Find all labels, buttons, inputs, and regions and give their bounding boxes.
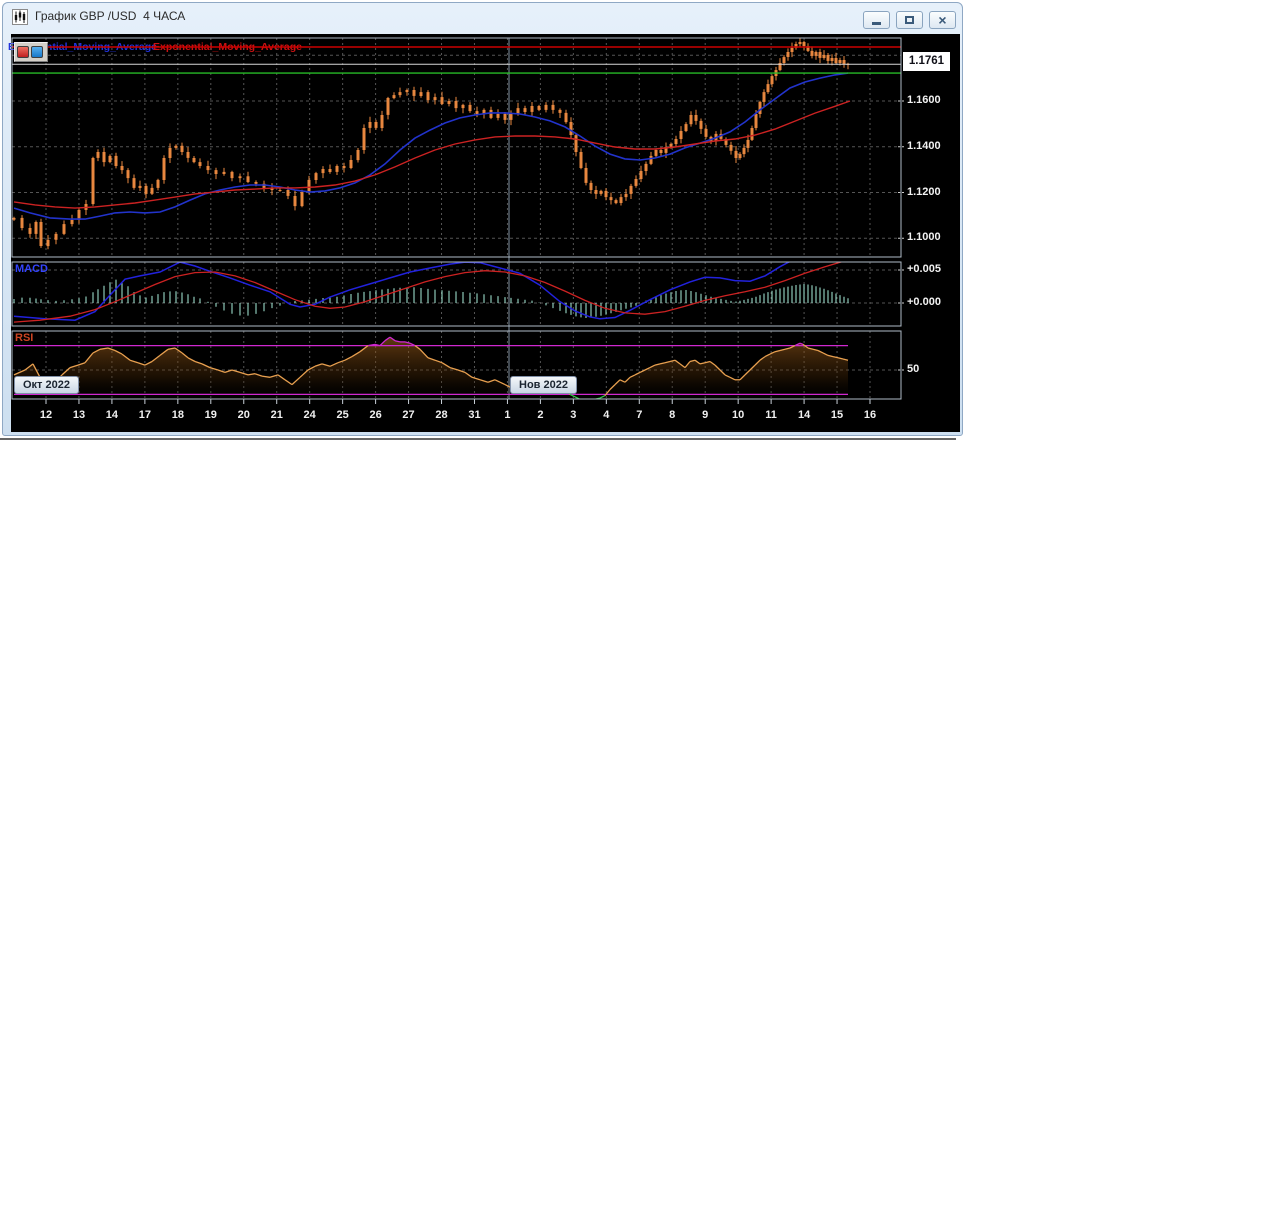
time-tick-label: 14 — [105, 409, 119, 421]
month-tab-november: Нов 2022 — [510, 376, 577, 394]
time-tick-label: 17 — [138, 409, 151, 421]
title-bar[interactable]: График GBP /USD 4 ЧАСА × — [3, 3, 962, 30]
indicator-chip-panel — [14, 42, 48, 62]
time-tick-label: 4 — [603, 409, 610, 421]
time-tick-label: 28 — [435, 409, 448, 421]
time-tick-label: 26 — [369, 409, 382, 421]
current-price-marker: 1.1761 — [903, 52, 950, 71]
time-tick-label: 27 — [402, 409, 415, 421]
time-tick-label: 11 — [765, 409, 777, 421]
macd-indicator-label: MACD — [15, 263, 48, 275]
time-tick-label: 13 — [72, 409, 86, 421]
window-title: График GBP /USD 4 ЧАСА — [35, 9, 186, 23]
time-tick-label: 2 — [537, 409, 544, 421]
time-tick-label: 18 — [171, 409, 184, 421]
time-tick-label: 10 — [732, 409, 745, 421]
time-tick-label: 25 — [336, 409, 349, 421]
month-tab-october: Окт 2022 — [14, 376, 79, 394]
restore-icon — [905, 16, 914, 24]
chart-canvas[interactable] — [8, 31, 957, 429]
desktop: График GBP /USD 4 ЧАСА × Exponential_Mov… — [0, 0, 1266, 1228]
time-tick-label: 19 — [204, 409, 217, 421]
candles-layer — [12, 38, 851, 250]
rsi-tick-label: 50 — [907, 363, 920, 375]
minimize-icon — [872, 22, 881, 25]
time-tick-label: 1 — [504, 409, 511, 421]
time-tick-label: 20 — [237, 409, 250, 421]
minimize-button[interactable] — [863, 11, 890, 29]
time-tick-label: 12 — [39, 409, 53, 421]
buy-chip-button[interactable] — [31, 46, 43, 58]
close-button[interactable]: × — [929, 11, 956, 29]
time-tick-label: 16 — [863, 409, 877, 421]
price-tick-label: 1.1000 — [907, 231, 941, 244]
macd-tick-label: +0.005 — [907, 263, 941, 275]
time-tick-label: 14 — [797, 409, 811, 421]
time-tick-label: 9 — [702, 409, 709, 421]
sell-chip-button[interactable] — [17, 46, 29, 58]
time-tick-label: 8 — [669, 409, 676, 421]
time-tick-label: 15 — [830, 409, 844, 421]
price-tick-label: 1.1200 — [907, 185, 941, 198]
macd-tick-label: +0.000 — [907, 296, 941, 308]
time-tick-label: 24 — [303, 409, 316, 421]
close-icon: × — [938, 12, 947, 28]
candlestick-chart-icon — [12, 9, 28, 25]
rsi-indicator-label: RSI — [15, 332, 34, 344]
time-tick-label: 21 — [270, 409, 283, 421]
price-tick-label: 1.1600 — [907, 94, 941, 106]
restore-button[interactable] — [896, 11, 923, 29]
time-tick-label: 3 — [570, 409, 577, 421]
price-tick-label: 1.1400 — [907, 139, 941, 152]
time-tick-label: 7 — [636, 409, 643, 421]
time-tick-label: 31 — [468, 409, 481, 421]
window-shadow-line — [0, 438, 956, 440]
